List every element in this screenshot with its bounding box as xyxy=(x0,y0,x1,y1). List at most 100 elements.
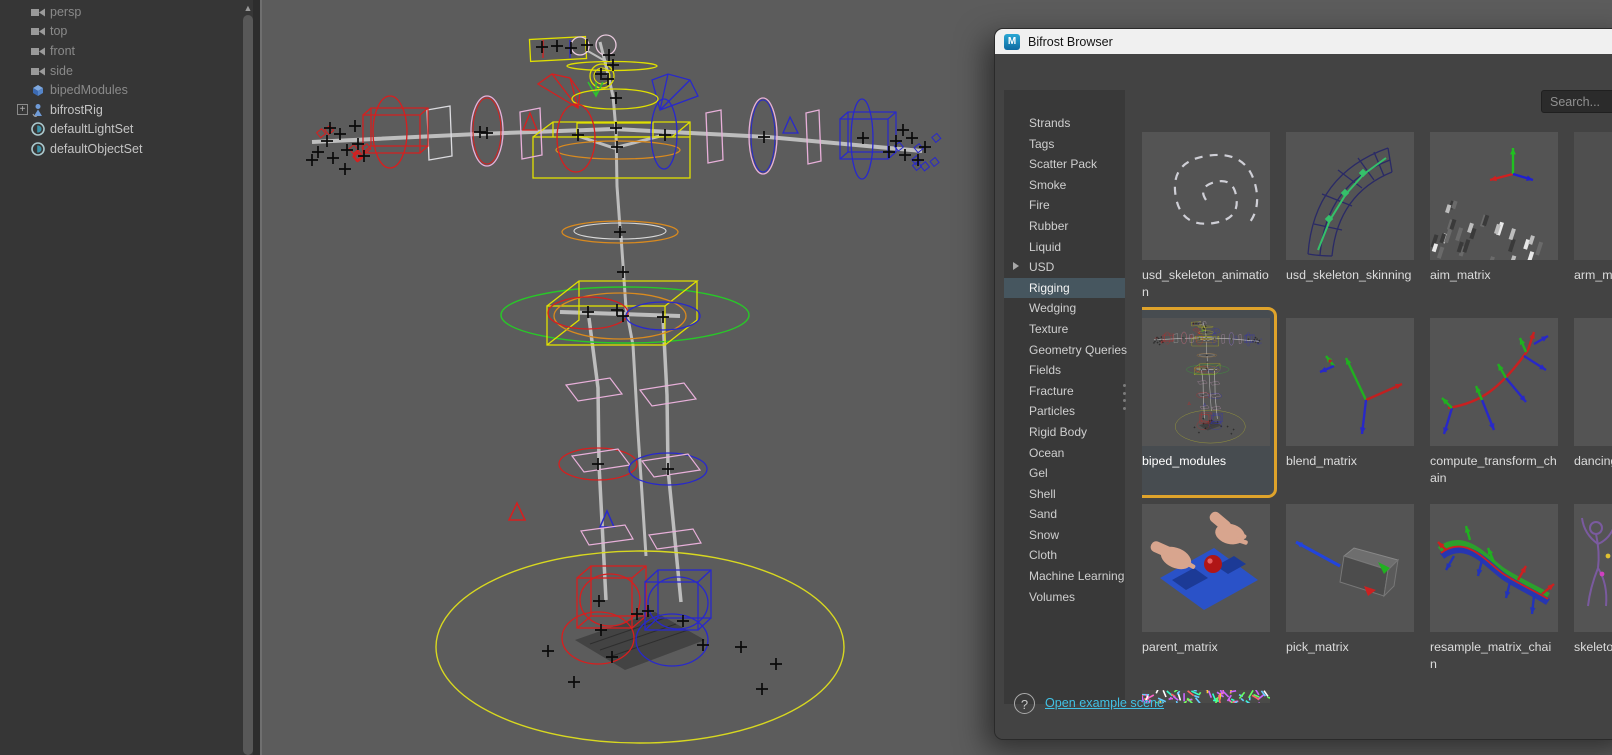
set-icon xyxy=(30,122,46,137)
category-label: Texture xyxy=(1029,321,1069,336)
tile-parent_matrix[interactable]: parent_matrix xyxy=(1142,504,1270,656)
outliner-rows: persp top front side bipedModules + bifrostRig… xyxy=(0,2,240,159)
category-liquid[interactable]: Liquid xyxy=(1004,237,1125,258)
tile-pick_matrix[interactable]: pick_matrix xyxy=(1286,504,1414,656)
category-gel[interactable]: Gel xyxy=(1004,463,1125,484)
outliner-item-defaultLightSet[interactable]: defaultLightSet xyxy=(0,120,240,140)
category-tags[interactable]: Tags xyxy=(1004,134,1125,155)
tile-label: dancing xyxy=(1574,454,1612,468)
help-icon[interactable]: ? xyxy=(1014,693,1035,714)
example-grid: usd_skeleton_animation usd_skeleton_skinn… xyxy=(1142,132,1612,703)
category-sand[interactable]: Sand xyxy=(1004,504,1125,525)
maya-app-icon: M xyxy=(1004,33,1020,50)
camera-icon xyxy=(30,64,46,78)
tile-resample_matrix_chain[interactable]: resample_matrix_chain xyxy=(1430,504,1558,674)
outliner-item-side[interactable]: side xyxy=(0,61,240,81)
parent-thumbnail xyxy=(1142,504,1270,632)
tile-label: arm_mo xyxy=(1574,268,1612,282)
outliner-item-top[interactable]: top xyxy=(0,22,240,42)
outliner-item-defaultObjectSet[interactable]: defaultObjectSet xyxy=(0,139,240,159)
category-scatter-pack[interactable]: Scatter Pack xyxy=(1004,154,1125,175)
category-label: Smoke xyxy=(1029,177,1067,192)
spiral-thumbnail xyxy=(1142,132,1270,260)
outliner-item-front[interactable]: front xyxy=(0,41,240,61)
tile-dancing[interactable]: dancing xyxy=(1574,318,1612,470)
splitter-handle[interactable] xyxy=(1123,384,1128,410)
bifrost-browser-body: Strands Tags Scatter Pack Smoke Fire Rubber Li… xyxy=(995,54,1612,739)
category-rigging[interactable]: Rigging xyxy=(1004,277,1125,299)
category-label: Gel xyxy=(1029,466,1048,481)
outliner-item-bipedModules[interactable]: bipedModules xyxy=(0,80,240,100)
category-fields[interactable]: Fields xyxy=(1004,360,1125,381)
expand-plus-icon[interactable]: + xyxy=(17,104,28,116)
category-label: Fire xyxy=(1029,198,1050,213)
category-fire[interactable]: Fire xyxy=(1004,195,1125,216)
outliner-item-label: defaultLightSet xyxy=(50,122,134,137)
set-icon xyxy=(30,142,46,156)
camera-icon xyxy=(30,44,46,58)
category-ocean[interactable]: Ocean xyxy=(1004,443,1125,464)
tile-compute_transform_chain[interactable]: compute_transform_chain xyxy=(1430,318,1558,488)
tile-label: blend_matrix xyxy=(1286,454,1357,468)
outliner-item-label: defaultObjectSet xyxy=(50,141,143,156)
outliner-item-label: side xyxy=(50,63,73,78)
open-example-scene-link[interactable]: Open example scene xyxy=(1045,696,1164,710)
category-geometry-queries[interactable]: Geometry Queries xyxy=(1004,340,1128,361)
outliner-item-bifrostRig[interactable]: + bifrostRig xyxy=(0,100,240,120)
scroll-up-arrow-icon[interactable]: ▲ xyxy=(241,2,255,14)
category-texture[interactable]: Texture xyxy=(1004,319,1125,340)
tile-biped_modules[interactable]: biped_modules xyxy=(1142,318,1270,470)
category-label: Cloth xyxy=(1029,548,1058,563)
arm-thumbnail xyxy=(1574,132,1612,260)
tile-label: usd_skeleton_animation xyxy=(1142,268,1269,300)
category-rubber[interactable]: Rubber xyxy=(1004,216,1125,237)
category-cloth[interactable]: Cloth xyxy=(1004,545,1125,566)
category-label: Scatter Pack xyxy=(1029,157,1098,172)
category-rigid-body[interactable]: Rigid Body xyxy=(1004,422,1125,443)
category-sidebar: Strands Tags Scatter Pack Smoke Fire Rubber Li… xyxy=(1004,90,1128,704)
tile-arm_mo[interactable]: arm_mo xyxy=(1574,132,1612,284)
tile-usd_skeleton_animation[interactable]: usd_skeleton_animation xyxy=(1142,132,1270,302)
category-label: Geometry Queries xyxy=(1029,342,1128,357)
category-fracture[interactable]: Fracture xyxy=(1004,381,1125,402)
tile-label: aim_matrix xyxy=(1430,268,1491,282)
bifrost-browser-window: M Bifrost Browser Strands Tags Scatter Pac… xyxy=(994,28,1612,740)
category-label: Machine Learning xyxy=(1029,569,1125,584)
category-smoke[interactable]: Smoke xyxy=(1004,175,1125,196)
category-label: Rigging xyxy=(1029,280,1070,295)
tile-aim_matrix[interactable]: aim_matrix xyxy=(1430,132,1558,284)
category-usd[interactable]: USD xyxy=(1004,257,1125,278)
bifrost-browser-titlebar[interactable]: M Bifrost Browser xyxy=(995,29,1612,54)
category-wedging[interactable]: Wedging xyxy=(1004,298,1125,319)
search-box xyxy=(1541,90,1612,113)
tile-blend_matrix[interactable]: blend_matrix xyxy=(1286,318,1414,470)
category-label: Shell xyxy=(1029,486,1056,501)
biped-thumbnail xyxy=(1142,318,1270,446)
outliner-panel: persp top front side bipedModules + bifrostRig… xyxy=(0,0,262,755)
category-volumes[interactable]: Volumes xyxy=(1004,587,1125,608)
tile-label: parent_matrix xyxy=(1142,640,1218,654)
category-label: Sand xyxy=(1029,507,1058,522)
plain-thumbnail xyxy=(1574,318,1612,446)
maya-desktop: persp top front side bipedModules + bifrostRig… xyxy=(0,0,1612,755)
category-snow[interactable]: Snow xyxy=(1004,525,1125,546)
outliner-scrollbar[interactable] xyxy=(243,15,253,755)
tile-label: pick_matrix xyxy=(1286,640,1349,654)
window-title: Bifrost Browser xyxy=(1028,34,1113,49)
chevron-right-icon[interactable] xyxy=(1013,262,1019,271)
browser-footer: ? Open example scene xyxy=(995,676,1612,739)
category-strands[interactable]: Strands xyxy=(1004,113,1125,134)
tile-label: usd_skeleton_skinning xyxy=(1286,268,1412,282)
category-shell[interactable]: Shell xyxy=(1004,484,1125,505)
tile-skeleto[interactable]: skeleto xyxy=(1574,504,1612,656)
category-machine-learning[interactable]: Machine Learning xyxy=(1004,566,1125,587)
tile-label: biped_modules xyxy=(1142,454,1227,468)
category-particles[interactable]: Particles xyxy=(1004,401,1125,422)
category-label: Tags xyxy=(1029,136,1055,151)
outliner-item-persp[interactable]: persp xyxy=(0,2,240,22)
search-input[interactable] xyxy=(1542,91,1612,112)
category-label: Strands xyxy=(1029,116,1071,130)
tile-usd_skeleton_skinning[interactable]: usd_skeleton_skinning xyxy=(1286,132,1414,284)
tile-label: skeleto xyxy=(1574,640,1612,654)
rig-icon xyxy=(30,103,46,117)
